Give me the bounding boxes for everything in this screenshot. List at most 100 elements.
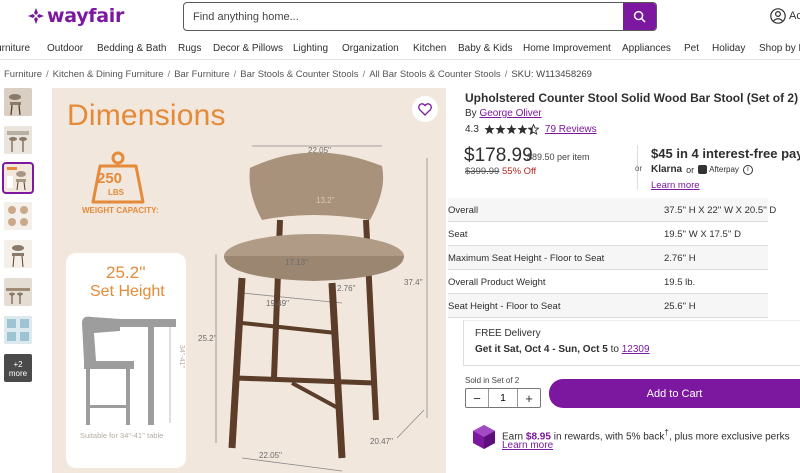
dim-base-width: 22.05'' bbox=[259, 451, 283, 460]
delivery-to: to bbox=[610, 344, 619, 355]
thumbnail-image[interactable] bbox=[4, 88, 32, 116]
wayfair-logo-icon bbox=[28, 8, 44, 24]
category-lighting[interactable]: Lighting bbox=[293, 43, 328, 54]
decrease-quantity-button[interactable]: − bbox=[466, 391, 488, 406]
set-height-label: Set Height bbox=[90, 283, 165, 300]
category-holiday[interactable]: Holiday bbox=[712, 43, 745, 54]
breadcrumb-item[interactable]: Furniture bbox=[4, 69, 42, 80]
installment-learn-more-link[interactable]: Learn more bbox=[651, 180, 700, 191]
rewards-tail: , plus more exclusive perks bbox=[668, 431, 790, 443]
spec-value: 37.5'' H X 22'' W X 20.5'' D bbox=[664, 205, 777, 216]
spec-label: Overall Product Weight bbox=[448, 277, 546, 288]
sku-label: SKU: W113458269 bbox=[511, 69, 592, 80]
dim-top-width: 22.05'' bbox=[308, 146, 332, 155]
rewards-detail: in rewards, with 5% back bbox=[553, 431, 665, 443]
suitable-caption: Suitable for 34''-41'' table bbox=[80, 431, 164, 440]
category-kitchen[interactable]: Kitchen bbox=[413, 43, 446, 54]
set-height-card: 25.2'' Set Height 34''-41'' Suitable for… bbox=[66, 253, 186, 468]
category-baby-kids[interactable]: Baby & Kids bbox=[458, 43, 512, 54]
increase-quantity-button[interactable]: + bbox=[518, 391, 540, 406]
rewards-learn-more-link[interactable]: Learn more bbox=[502, 440, 553, 451]
dimensions-thumbnail-icon bbox=[4, 164, 32, 192]
spec-value: 25.6'' H bbox=[664, 301, 696, 312]
category-rugs[interactable]: Rugs bbox=[178, 43, 201, 54]
breadcrumb-separator: / bbox=[46, 69, 49, 80]
main-product-image[interactable]: Dimensions 250 LBS WEIGHT CAPACITY: 25.2… bbox=[52, 88, 446, 473]
wayfair-logo[interactable]: wayfair bbox=[28, 5, 124, 27]
category-shop-by-room[interactable]: Shop by R bbox=[759, 43, 800, 54]
breadcrumb-item[interactable]: All Bar Stools & Counter Stools bbox=[369, 69, 500, 80]
star-icon bbox=[495, 124, 506, 135]
category-nav: Furniture Outdoor Bedding & Bath Rugs De… bbox=[0, 38, 800, 60]
account-button[interactable]: Ac bbox=[770, 8, 800, 24]
details-thumbnail-icon bbox=[4, 202, 32, 230]
search-bar bbox=[183, 2, 657, 31]
dim-seat-width: 17.13'' bbox=[285, 258, 309, 267]
stool-illustration bbox=[215, 145, 428, 472]
thumbnail-image[interactable] bbox=[4, 240, 32, 268]
heart-icon bbox=[418, 102, 432, 116]
category-decor-pillows[interactable]: Decor & Pillows bbox=[213, 43, 283, 54]
dim-seat-height: 25.2'' bbox=[198, 334, 217, 343]
thumbnail-image[interactable] bbox=[4, 278, 32, 306]
category-pet[interactable]: Pet bbox=[684, 43, 699, 54]
search-button[interactable] bbox=[623, 3, 656, 30]
brand-line: By George Oliver bbox=[465, 108, 542, 119]
thumbnail-image[interactable] bbox=[4, 202, 32, 230]
stool-thumbnail-icon bbox=[4, 88, 32, 116]
favorite-button[interactable] bbox=[412, 96, 438, 122]
breadcrumb-item[interactable]: Kitchen & Dining Furniture bbox=[53, 69, 164, 80]
spec-value: 19.5 lb. bbox=[664, 277, 696, 288]
info-icon[interactable]: i bbox=[742, 164, 753, 175]
star-half-icon bbox=[527, 124, 539, 135]
sold-in-label: Sold in Set of 2 bbox=[465, 376, 520, 385]
spec-value: 19.5'' W X 17.5'' D bbox=[664, 229, 741, 240]
breadcrumb-item[interactable]: Bar Stools & Counter Stools bbox=[240, 69, 358, 80]
afterpay-label: Afterpay bbox=[709, 165, 739, 174]
stool-table-silhouette bbox=[82, 316, 176, 425]
spec-label: Seat Height - Floor to Seat bbox=[448, 301, 561, 312]
spec-row: Overall Product Weight 19.5 lb. bbox=[448, 270, 768, 294]
or-label: or bbox=[635, 164, 643, 173]
spec-label: Seat bbox=[448, 229, 468, 240]
weight-capacity-unit: LBS bbox=[108, 188, 124, 197]
spec-value: 2.76'' H bbox=[664, 253, 696, 264]
breadcrumb-item[interactable]: Bar Furniture bbox=[174, 69, 229, 80]
zip-code-link[interactable]: 12309 bbox=[622, 344, 650, 355]
spec-row: Maximum Seat Height - Floor to Seat 2.76… bbox=[448, 246, 768, 270]
category-outdoor[interactable]: Outdoor bbox=[47, 43, 83, 54]
weight-capacity-value: 250 bbox=[97, 170, 123, 187]
star-icon bbox=[517, 124, 528, 135]
quantity-input[interactable] bbox=[488, 389, 518, 407]
thumbnail-image-selected[interactable] bbox=[2, 162, 34, 194]
category-bedding-bath[interactable]: Bedding & Bath bbox=[97, 43, 167, 54]
klarna-logo: Klarna bbox=[651, 164, 683, 175]
delivery-box: FREE Delivery Get it Sat, Oct 4 - Sun, O… bbox=[463, 320, 800, 366]
thumbnail-image[interactable] bbox=[4, 316, 32, 344]
spec-row: Overall 37.5'' H X 22'' W X 20.5'' D bbox=[448, 198, 776, 222]
spec-label: Overall bbox=[448, 205, 479, 216]
more-label: more bbox=[8, 369, 28, 378]
stool-thumbnail-icon bbox=[4, 126, 32, 154]
category-appliances[interactable]: Appliances bbox=[622, 43, 671, 54]
room-thumbnail-icon bbox=[4, 278, 32, 306]
brand-link[interactable]: George Oliver bbox=[479, 108, 541, 119]
reviews-link[interactable]: 79 Reviews bbox=[545, 124, 597, 135]
search-icon bbox=[633, 10, 646, 23]
spec-label: Maximum Seat Height - Floor to Seat bbox=[448, 253, 605, 264]
afterpay-logo: Afterpay bbox=[698, 165, 739, 174]
add-to-cart-button[interactable]: Add to Cart bbox=[549, 379, 800, 408]
thumbnail-image[interactable] bbox=[4, 126, 32, 154]
search-input[interactable] bbox=[184, 3, 624, 30]
account-label: Ac bbox=[789, 10, 800, 22]
spec-row: Seat Height - Floor to Seat 25.6'' H bbox=[448, 294, 768, 318]
rewards-icon bbox=[473, 425, 495, 449]
category-organization[interactable]: Organization bbox=[342, 43, 399, 54]
provider-or: or bbox=[686, 164, 695, 175]
breadcrumb-separator: / bbox=[233, 69, 237, 80]
more-thumbnails-button[interactable]: +2 more bbox=[4, 354, 32, 382]
category-furniture[interactable]: Furniture bbox=[0, 43, 30, 54]
free-delivery-label: FREE Delivery bbox=[475, 328, 541, 339]
sale-price: $178.99 bbox=[464, 145, 533, 166]
category-home-improvement[interactable]: Home Improvement bbox=[523, 43, 611, 54]
